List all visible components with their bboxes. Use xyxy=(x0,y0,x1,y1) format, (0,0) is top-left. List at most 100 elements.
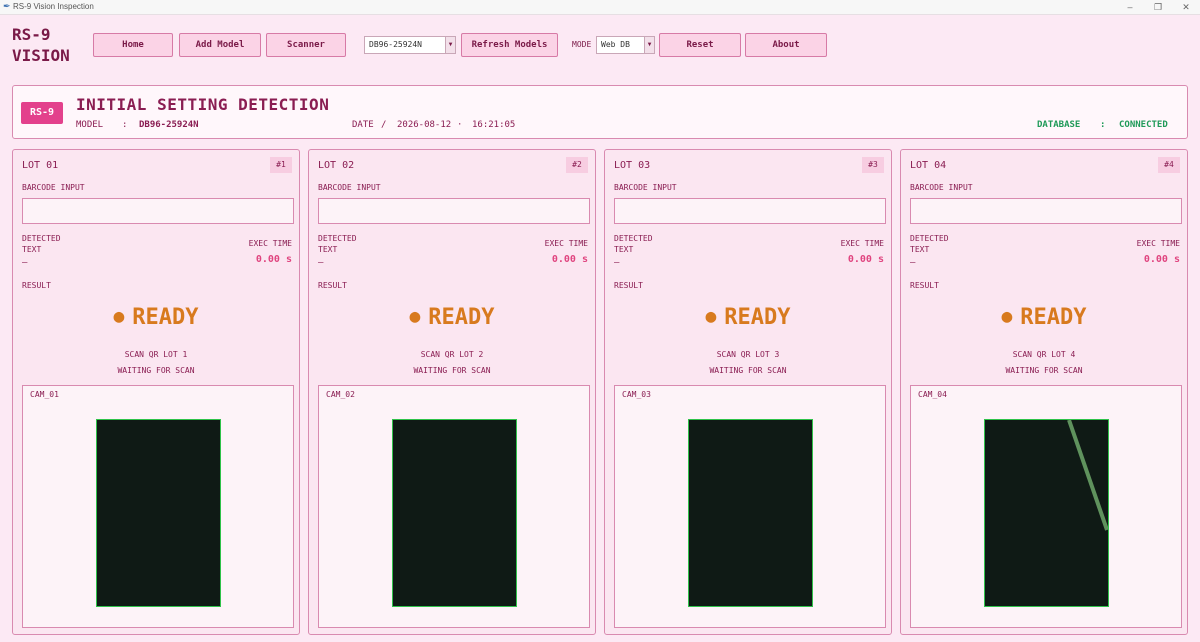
lot-panel: LOT 03 #3 BARCODE INPUT DETECTED TEXT EX… xyxy=(604,149,892,635)
lot-title: LOT 03 xyxy=(614,160,651,171)
mode-select-value: Web DB xyxy=(601,40,630,49)
status-dot-icon: ● xyxy=(409,306,421,327)
lot-title: LOT 01 xyxy=(22,160,59,171)
exec-time-label: EXEC TIME xyxy=(840,239,884,248)
refresh-models-button[interactable]: Refresh Models xyxy=(461,33,558,57)
chevron-down-icon[interactable]: ▼ xyxy=(644,37,654,53)
database-separator: : xyxy=(1100,120,1106,130)
detected-label: DETECTED xyxy=(910,234,949,243)
model-label: MODEL xyxy=(76,120,104,130)
waiting-status: WAITING FOR SCAN xyxy=(1005,366,1083,375)
lot-title: LOT 02 xyxy=(318,160,355,171)
barcode-input[interactable] xyxy=(22,198,294,224)
model-separator: : xyxy=(122,120,128,130)
detected-text-value: — xyxy=(614,258,620,268)
camera-panel: CAM_02 xyxy=(318,385,590,628)
result-status-text: READY xyxy=(132,305,199,330)
result-label: RESULT xyxy=(614,281,643,290)
result-label: RESULT xyxy=(910,281,939,290)
barcode-input-label: BARCODE INPUT xyxy=(614,183,677,192)
lot-number-badge: #2 xyxy=(566,157,588,173)
detected-text-label: TEXT xyxy=(318,245,338,254)
detected-text-label: TEXT xyxy=(910,245,930,254)
camera-feed xyxy=(688,419,813,607)
status-dot-icon: ● xyxy=(1001,306,1013,327)
exec-time-value: 0.00 s xyxy=(1143,254,1180,265)
detected-label: DETECTED xyxy=(22,234,61,243)
lot-title: LOT 04 xyxy=(910,160,947,171)
lot-number-badge: #4 xyxy=(1158,157,1180,173)
waiting-status: WAITING FOR SCAN xyxy=(413,366,491,375)
exec-time-value: 0.00 s xyxy=(255,254,292,265)
scanner-button[interactable]: Scanner xyxy=(266,33,346,57)
mode-label: MODE xyxy=(572,40,592,49)
model-select-value: DB96-25924N xyxy=(369,40,422,49)
camera-label: CAM_03 xyxy=(622,390,651,399)
barcode-input-label: BARCODE INPUT xyxy=(910,183,973,192)
detected-text-label: TEXT xyxy=(614,245,634,254)
window-titlebar: ✒ RS-9 Vision Inspection – ❐ ✕ xyxy=(0,0,1200,15)
window-title: RS-9 Vision Inspection xyxy=(13,2,94,11)
date-label: DATE xyxy=(352,120,374,130)
detected-text-value: — xyxy=(910,258,916,268)
scan-instruction: SCAN QR LOT 2 xyxy=(420,350,484,359)
add-model-button[interactable]: Add Model xyxy=(179,33,261,57)
rs9-badge: RS-9 xyxy=(21,102,63,124)
exec-time-value: 0.00 s xyxy=(551,254,588,265)
home-button[interactable]: Home xyxy=(93,33,173,57)
waiting-status: WAITING FOR SCAN xyxy=(117,366,195,375)
lot-panel: LOT 04 #4 BARCODE INPUT DETECTED TEXT EX… xyxy=(900,149,1188,635)
date-separator: / xyxy=(381,120,387,130)
brand-line-2: VISION xyxy=(12,46,70,65)
lot-number-badge: #3 xyxy=(862,157,884,173)
minimize-icon[interactable]: – xyxy=(1120,0,1140,14)
camera-feed xyxy=(96,419,221,607)
camera-label: CAM_01 xyxy=(30,390,59,399)
model-select[interactable]: DB96-25924N ▼ xyxy=(364,36,456,54)
detected-text-label: TEXT xyxy=(22,245,42,254)
app-feather-icon: ✒ xyxy=(3,1,11,11)
detected-text-value: — xyxy=(22,258,28,268)
camera-label: CAM_04 xyxy=(918,390,947,399)
camera-feed xyxy=(984,419,1109,607)
result-status-text: READY xyxy=(1020,305,1087,330)
exec-time-label: EXEC TIME xyxy=(248,239,292,248)
scan-instruction: SCAN QR LOT 4 xyxy=(1012,350,1076,359)
page-title: INITIAL SETTING DETECTION xyxy=(76,95,330,114)
database-status: CONNECTED xyxy=(1119,120,1168,130)
result-status: ● READY xyxy=(13,305,299,330)
brand-logo: RS-9 VISION xyxy=(12,24,70,66)
scan-instruction: SCAN QR LOT 3 xyxy=(716,350,780,359)
time-separator: · xyxy=(457,120,463,130)
chevron-down-icon[interactable]: ▼ xyxy=(445,37,455,53)
exec-time-label: EXEC TIME xyxy=(544,239,588,248)
camera-label: CAM_02 xyxy=(326,390,355,399)
result-label: RESULT xyxy=(22,281,51,290)
model-value: DB96-25924N xyxy=(139,120,199,130)
lot-number-badge: #1 xyxy=(270,157,292,173)
result-status: ● READY xyxy=(605,305,891,330)
reset-button[interactable]: Reset xyxy=(659,33,741,57)
mode-select[interactable]: Web DB ▼ xyxy=(596,36,655,54)
detected-text-value: — xyxy=(318,258,324,268)
camera-panel: CAM_04 xyxy=(910,385,1182,628)
about-button[interactable]: About xyxy=(745,33,827,57)
result-status-text: READY xyxy=(724,305,791,330)
lot-panel: LOT 02 #2 BARCODE INPUT DETECTED TEXT EX… xyxy=(308,149,596,635)
barcode-input[interactable] xyxy=(318,198,590,224)
result-label: RESULT xyxy=(318,281,347,290)
restore-icon[interactable]: ❐ xyxy=(1148,0,1168,14)
detected-label: DETECTED xyxy=(318,234,357,243)
camera-panel: CAM_01 xyxy=(22,385,294,628)
close-icon[interactable]: ✕ xyxy=(1176,0,1196,14)
barcode-input[interactable] xyxy=(910,198,1182,224)
exec-time-label: EXEC TIME xyxy=(1136,239,1180,248)
scan-instruction: SCAN QR LOT 1 xyxy=(124,350,188,359)
camera-feed xyxy=(392,419,517,607)
camera-panel: CAM_03 xyxy=(614,385,886,628)
status-dot-icon: ● xyxy=(113,306,125,327)
brand-line-1: RS-9 xyxy=(12,25,51,44)
barcode-input[interactable] xyxy=(614,198,886,224)
exec-time-value: 0.00 s xyxy=(847,254,884,265)
waiting-status: WAITING FOR SCAN xyxy=(709,366,787,375)
